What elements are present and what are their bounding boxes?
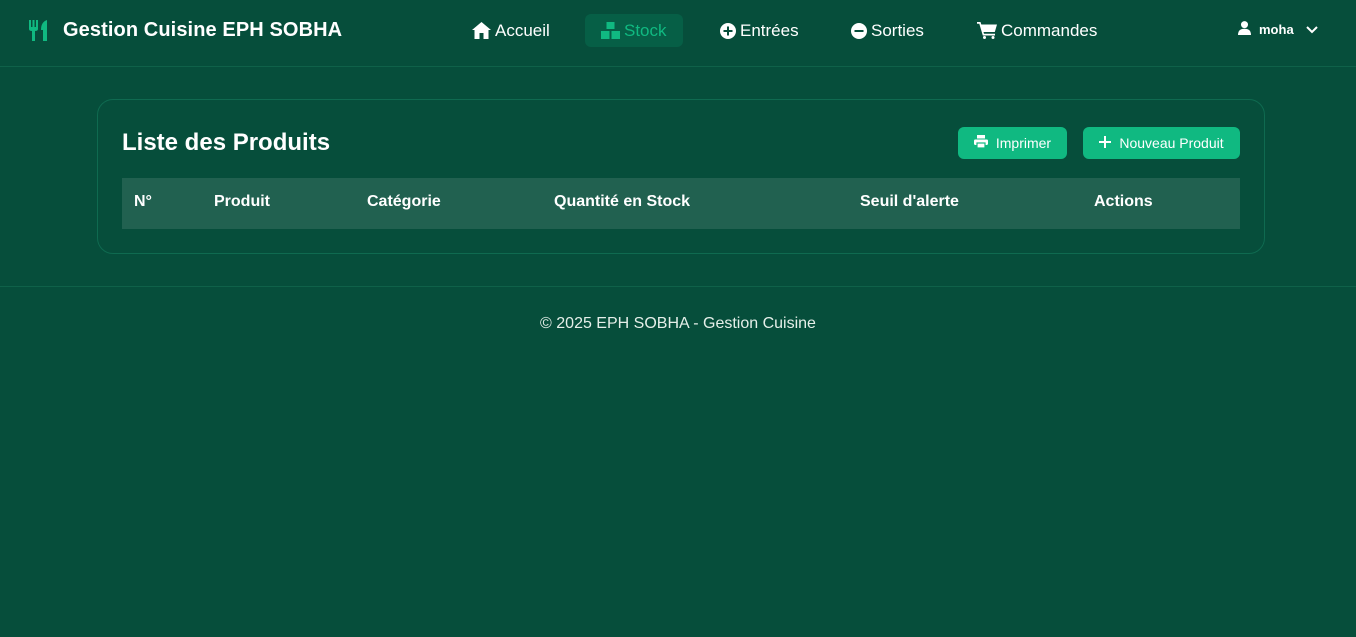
nav-item-stock[interactable]: Stock [585, 14, 683, 47]
column-header-actions: Actions [1094, 193, 1153, 210]
nav-label-commandes: Commandes [1001, 20, 1098, 40]
nav-label-entrees: Entrées [740, 20, 799, 40]
user-icon [1238, 21, 1251, 38]
new-product-button-label: Nouveau Produit [1119, 135, 1224, 151]
user-name: moha [1259, 22, 1294, 37]
chevron-down-icon [1305, 22, 1318, 37]
plus-circle-icon [720, 22, 736, 39]
products-card: Liste des Produits Imprimer Nouveau Prod… [97, 99, 1265, 254]
new-product-button[interactable]: Nouveau Produit [1083, 127, 1240, 159]
column-header-product: Produit [214, 193, 270, 210]
products-table-header: N° Produit Catégorie Quantité en Stock S… [122, 178, 1240, 229]
column-header-alert-threshold: Seuil d'alerte [860, 193, 959, 210]
home-icon [472, 22, 491, 39]
footer-copyright: © 2025 EPH SOBHA - Gestion Cuisine [540, 315, 816, 332]
nav-item-accueil[interactable]: Accueil [472, 14, 550, 47]
main-nav: Accueil Stock Entrées Sorties Commandes [0, 0, 1356, 67]
column-header-category: Catégorie [367, 193, 441, 210]
nav-label-accueil: Accueil [495, 20, 550, 40]
page-title: Liste des Produits [122, 129, 331, 156]
cart-icon [977, 22, 997, 39]
nav-item-commandes[interactable]: Commandes [977, 14, 1097, 47]
plus-icon [1099, 135, 1112, 151]
nav-label-stock: Stock [624, 20, 667, 40]
nav-label-sorties: Sorties [871, 20, 924, 40]
boxes-icon [601, 22, 620, 39]
nav-item-entrees[interactable]: Entrées [720, 14, 799, 47]
minus-circle-icon [851, 22, 867, 39]
column-header-stock-quantity: Quantité en Stock [554, 193, 691, 210]
printer-icon [973, 135, 988, 151]
nav-item-sorties[interactable]: Sorties [851, 14, 924, 47]
print-button-label: Imprimer [995, 135, 1052, 151]
column-header-number: N° [134, 193, 152, 210]
user-menu[interactable]: moha [1238, 21, 1318, 38]
top-navbar: Gestion Cuisine EPH SOBHA Accueil Stock … [0, 0, 1356, 67]
footer: © 2025 EPH SOBHA - Gestion Cuisine [0, 286, 1356, 361]
print-button[interactable]: Imprimer [958, 127, 1067, 159]
